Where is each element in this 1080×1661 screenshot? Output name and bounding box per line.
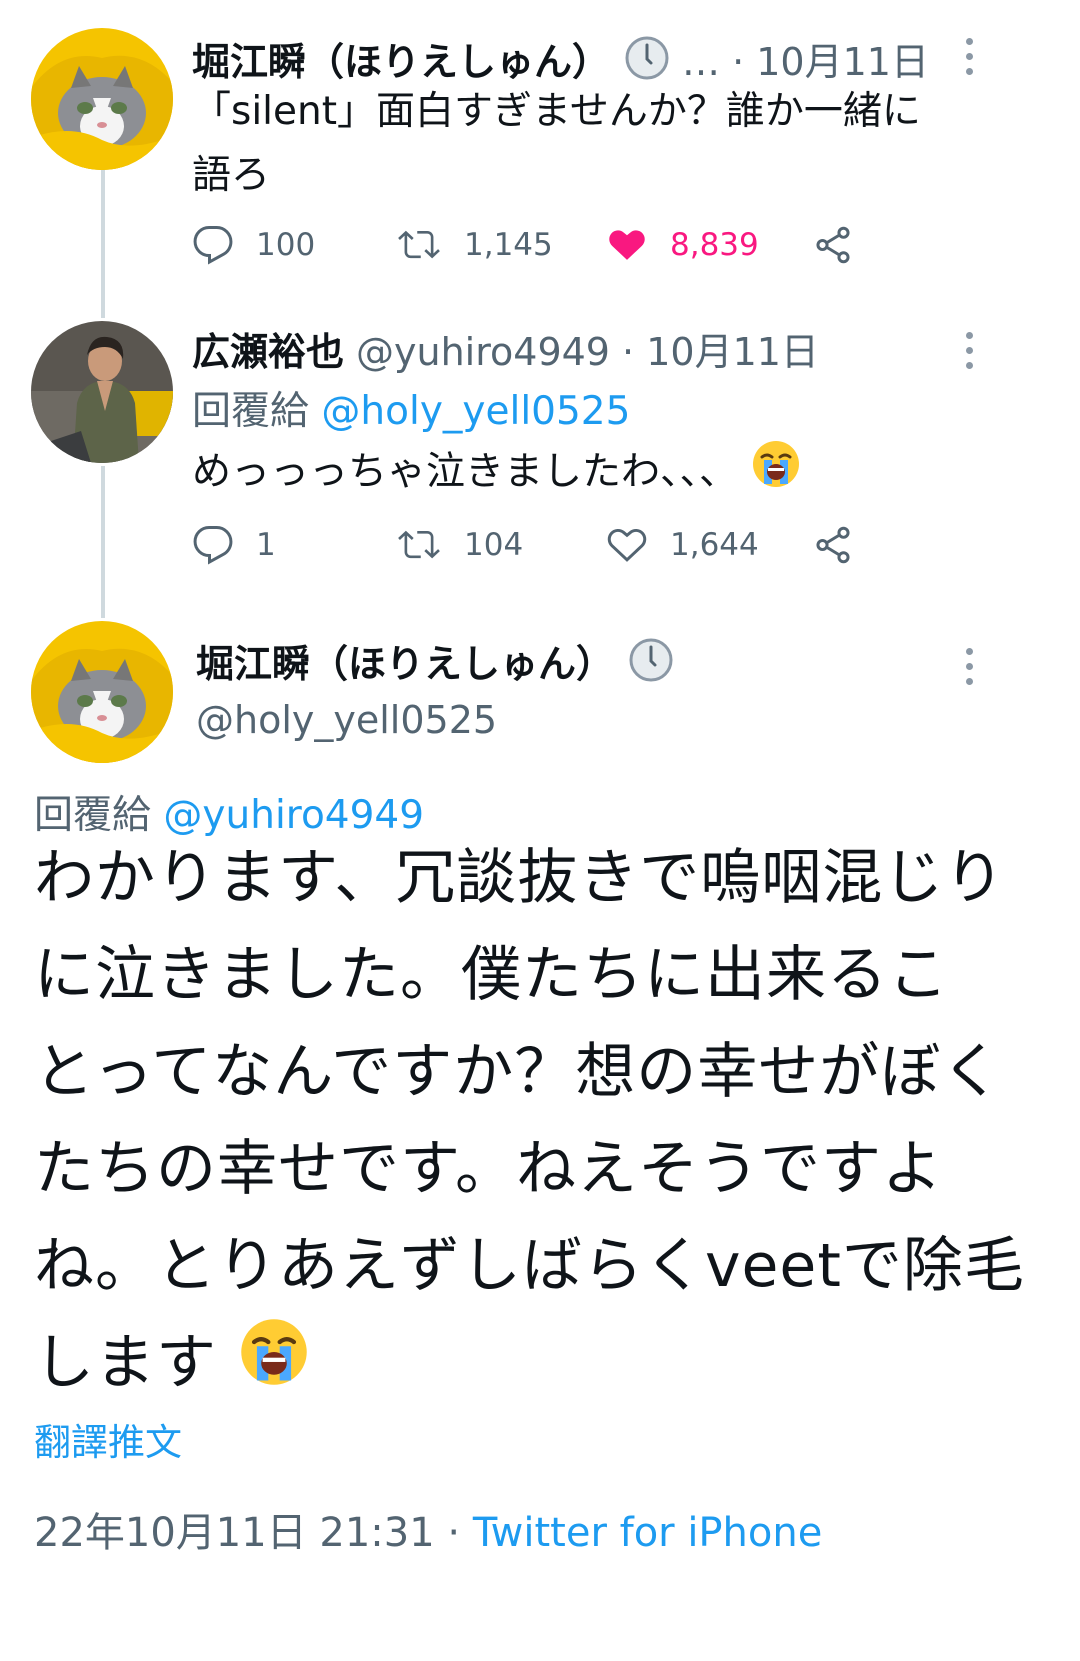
reply-button[interactable]: 1 (192, 524, 276, 566)
avatar[interactable] (31, 621, 173, 763)
like-button[interactable]: 1,644 (606, 524, 759, 566)
share-button[interactable] (812, 524, 876, 566)
retweet-icon (398, 230, 440, 259)
tweet-text-line: とってなんですか？想の幸せがぼく (34, 1037, 1003, 1107)
tweet-meta: @yuhiro4949 · 10月11日 (356, 329, 819, 374)
thread-line (101, 466, 105, 618)
tweet-text: めっっっちゃ泣きましたわ、、、 (192, 438, 802, 510)
more-icon[interactable] (964, 38, 974, 83)
user-handle[interactable]: @holy_yell0525 (196, 698, 497, 742)
reply-mention-link[interactable]: @holy_yell0525 (321, 389, 630, 434)
tweet-text-line: ね。とりあえずしばらくveetで除毛 (34, 1231, 1025, 1301)
tweet-meta: … · 10月11日 (682, 39, 929, 84)
share-icon (816, 526, 850, 564)
tweet-text: わかります、冗談抜きで嗚咽混じり に泣きました。僕たちに出来るこ とってなんです… (34, 830, 1064, 1418)
translate-tweet-link[interactable]: 翻譯推文 (34, 1412, 182, 1466)
tweet-text-line: 「silent」面白すぎませんか？誰か一緒に (192, 89, 921, 134)
person-avatar-image (31, 321, 173, 463)
reply-context: 回覆給 @holy_yell0525 (192, 380, 630, 436)
cat-avatar-image (31, 621, 173, 763)
reply-count: 1 (256, 527, 276, 563)
reply-button[interactable]: 100 (192, 224, 315, 266)
tweet-text-line: に泣きました。僕たちに出来るこ (34, 940, 949, 1010)
reply-icon (193, 226, 233, 265)
clock-icon (624, 35, 670, 81)
thread-line (101, 170, 105, 318)
tweet-text-line: 語ろ (192, 153, 271, 198)
share-icon (816, 226, 850, 264)
tweet-actions: 1 104 1,644 (192, 518, 892, 572)
avatar[interactable] (31, 321, 173, 463)
retweet-count: 104 (464, 527, 524, 563)
reply-prefix: 回覆給 (192, 389, 310, 434)
share-button[interactable] (812, 224, 876, 266)
heart-icon (607, 528, 647, 562)
tweet-timestamp[interactable]: 22年10月11日 21:31 · (34, 1510, 473, 1556)
tweet-text: 「silent」面白すぎませんか？誰か一緒に 語ろ (192, 80, 1042, 208)
tweet-text-line: めっっっちゃ泣きましたわ、、、 (192, 449, 739, 495)
display-name[interactable]: 広瀬裕也 (192, 321, 344, 376)
more-icon[interactable] (964, 332, 974, 377)
cat-avatar-image (31, 28, 173, 170)
reply-icon (193, 526, 233, 565)
display-name[interactable]: 堀江瞬（ほりえしゅん） (196, 633, 614, 688)
like-button[interactable]: 8,839 (606, 224, 759, 266)
display-name[interactable]: 堀江瞬（ほりえしゅん） (192, 31, 610, 86)
more-icon[interactable] (964, 648, 974, 693)
like-count: 8,839 (670, 227, 759, 263)
retweet-button[interactable]: 104 (396, 524, 523, 566)
reply-count: 100 (256, 227, 316, 263)
like-count: 1,644 (670, 527, 759, 563)
tweet-text-line: たちの幸せです。ねえそうですよ (34, 1134, 943, 1204)
tweet-text-line: します (34, 1328, 217, 1399)
avatar[interactable] (31, 28, 173, 170)
retweet-button[interactable]: 1,145 (396, 224, 553, 266)
loudly-crying-emoji (237, 1315, 311, 1418)
clock-icon (628, 637, 674, 683)
tweet-footer: 22年10月11日 21:31 · Twitter for iPhone (34, 1500, 822, 1558)
tweet-source-link[interactable]: Twitter for iPhone (473, 1510, 823, 1556)
loudly-crying-emoji (750, 438, 802, 510)
tweet-actions: 100 1,145 8,839 (192, 218, 892, 272)
heart-icon (609, 230, 645, 260)
tweet-text-line: わかります、冗談抜きで嗚咽混じり (34, 843, 1006, 913)
retweet-count: 1,145 (464, 227, 553, 263)
retweet-icon (398, 530, 440, 559)
